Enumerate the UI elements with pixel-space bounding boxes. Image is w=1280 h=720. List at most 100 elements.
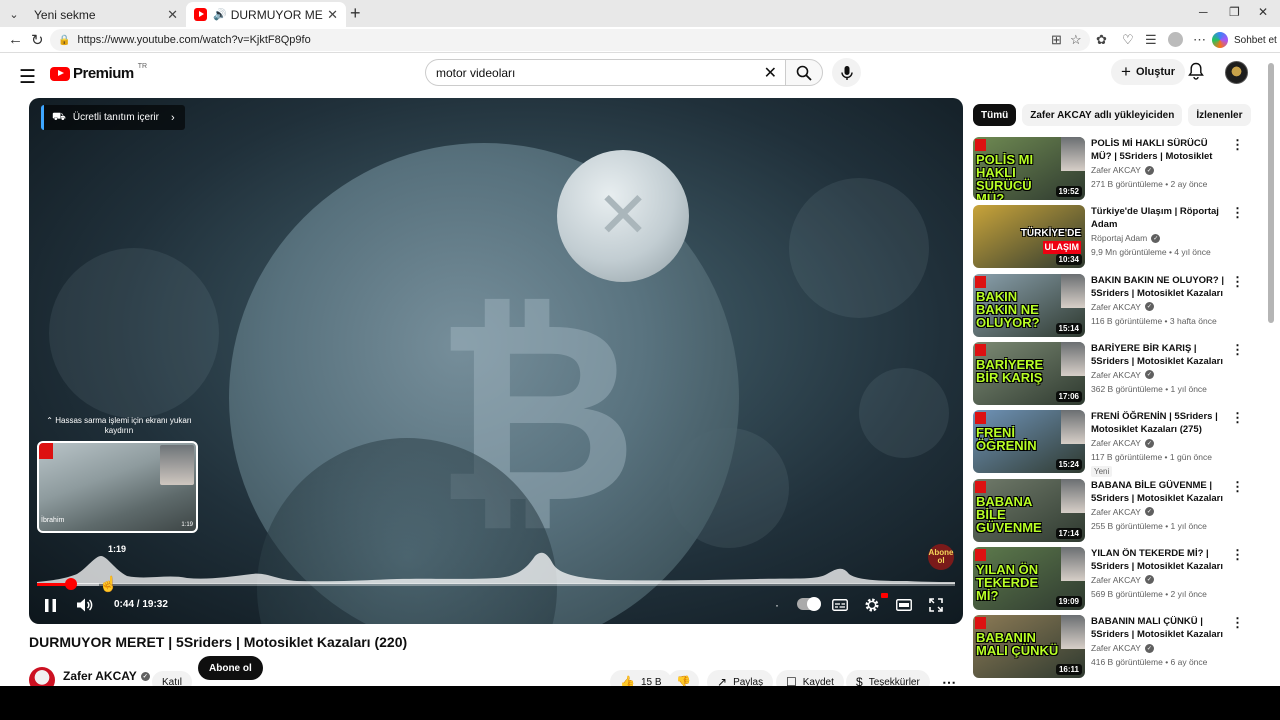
- chip-all[interactable]: Tümü: [973, 104, 1017, 126]
- recommendation-channel[interactable]: Zafer AKCAY ✓: [1091, 165, 1154, 175]
- app-available-icon[interactable]: ⊞: [1051, 32, 1062, 48]
- close-window-icon[interactable]: ✕: [1258, 5, 1268, 19]
- close-tab-icon[interactable]: ✕: [167, 7, 178, 23]
- search-button[interactable]: [785, 59, 823, 86]
- fullscreen-button[interactable]: [927, 595, 945, 615]
- search-input[interactable]: motor videoları ✕: [425, 59, 785, 86]
- mute-button[interactable]: [75, 595, 95, 615]
- more-options-icon[interactable]: ⋮: [1231, 342, 1244, 358]
- recommendation-title[interactable]: Türkiye'de Ulaşım | Röportaj Adam: [1091, 205, 1229, 231]
- pause-button[interactable]: [41, 595, 59, 615]
- scrubber-handle[interactable]: [65, 578, 78, 590]
- more-options-icon[interactable]: ⋮: [1231, 274, 1244, 290]
- recommendation-channel[interactable]: Röportaj Adam ✓: [1091, 233, 1161, 243]
- recommendation-channel[interactable]: Zafer AKCAY ✓: [1091, 438, 1154, 448]
- channel-avatar[interactable]: [29, 667, 55, 686]
- video-thumbnail[interactable]: BABANIN MALI ÇÜNKÜ 16:11: [973, 615, 1085, 679]
- recommendation-card[interactable]: YILAN ÖN TEKERDE Mİ? 19:09 YILAN ÖN TEKE…: [973, 546, 1253, 611]
- thanks-button[interactable]: $ Teşekkürler: [846, 670, 930, 686]
- like-button[interactable]: 👍 15 B: [610, 670, 672, 686]
- more-options-icon[interactable]: ⋮: [1231, 615, 1244, 631]
- close-tab-icon[interactable]: ✕: [327, 7, 338, 23]
- more-options-icon[interactable]: ⋯: [1193, 32, 1206, 48]
- new-tab-icon[interactable]: +: [350, 3, 361, 24]
- video-thumbnail[interactable]: TÜRKİYE'DE ULAŞIM 10:34: [973, 205, 1085, 269]
- copilot-button[interactable]: Sohbet et: [1212, 29, 1277, 51]
- tab-new-tab[interactable]: Yeni sekme ✕: [26, 2, 186, 68]
- url-field[interactable]: 🔒 https://www.youtube.com/watch?v=KjktF8…: [50, 29, 1090, 51]
- profile-avatar[interactable]: [1168, 32, 1183, 47]
- menu-icon[interactable]: ☰: [19, 66, 36, 89]
- refresh-icon[interactable]: ↻: [31, 31, 44, 49]
- recommendation-channel[interactable]: Zafer AKCAY ✓: [1091, 370, 1154, 380]
- video-thumbnail[interactable]: POLİS MI HAKLI SÜRÜCÜ MÜ? 19:52: [973, 137, 1085, 200]
- more-options-icon[interactable]: ⋮: [1231, 547, 1244, 563]
- recommendation-title[interactable]: BABANIN MALI ÇÜNKÜ | 5Sriders | Motosikl…: [1091, 615, 1229, 641]
- speaker-icon[interactable]: 🔊: [213, 8, 227, 21]
- recommendation-card[interactable]: TÜRKİYE'DE ULAŞIM 10:34 Türkiye'de Ulaşı…: [973, 205, 1253, 269]
- site-info-icon[interactable]: 🔒: [58, 35, 70, 46]
- video-thumbnail[interactable]: BARİYERE BİR KARIŞ 17:06: [973, 341, 1085, 405]
- recommendation-card[interactable]: POLİS MI HAKLI SÜRÜCÜ MÜ? 19:52 POLİS Mİ…: [973, 137, 1253, 201]
- channel-name[interactable]: Zafer AKCAY ✓: [63, 669, 150, 683]
- recommendation-channel[interactable]: Zafer AKCAY ✓: [1091, 507, 1154, 517]
- autoplay-toggle[interactable]: [797, 597, 821, 611]
- recommendation-channel[interactable]: Zafer AKCAY ✓: [1091, 302, 1154, 312]
- create-button[interactable]: + Oluştur: [1111, 59, 1186, 85]
- favorite-star-icon[interactable]: ☆: [1070, 32, 1082, 48]
- recommendation-card[interactable]: FRENİ ÖĞRENİN 15:24 FRENİ ÖĞRENİN | 5Sri…: [973, 410, 1253, 478]
- recommendation-title[interactable]: YILAN ÖN TEKERDE Mİ? | 5Sriders | Motosi…: [1091, 547, 1229, 573]
- chip-from-uploader[interactable]: Zafer AKCAY adlı yükleyiciden: [1022, 104, 1183, 126]
- recommendation-card[interactable]: BABANIN MALI ÇÜNKÜ 16:11 BABANIN MALI ÇÜ…: [973, 615, 1253, 679]
- recommendation-title[interactable]: BABANA BİLE GÜVENME | 5Sriders | Motosik…: [1091, 479, 1229, 505]
- video-player[interactable]: ₿ ✕ ⛟ Ücretli tanıtım içerir › ⌃ Hassas …: [29, 98, 963, 624]
- save-button[interactable]: ☐ Kaydet: [776, 670, 844, 686]
- video-thumbnail[interactable]: BABANA BİLE GÜVENME 17:14: [973, 478, 1085, 542]
- recommendation-title[interactable]: BARİYERE BİR KARIŞ | 5Sriders | Motosikl…: [1091, 342, 1229, 368]
- recommendation-channel[interactable]: Zafer AKCAY ✓: [1091, 575, 1154, 585]
- recommendation-channel[interactable]: Zafer AKCAY ✓: [1091, 643, 1154, 653]
- recommendation-title[interactable]: FRENİ ÖĞRENİN | 5Sriders | Motosiklet Ka…: [1091, 410, 1229, 436]
- clear-search-icon[interactable]: ✕: [764, 63, 777, 83]
- voice-search-button[interactable]: [832, 58, 861, 87]
- favorites-icon[interactable]: ☰: [1145, 32, 1157, 48]
- more-options-icon[interactable]: ⋮: [1231, 205, 1244, 221]
- miniplayer-button[interactable]: [895, 595, 913, 615]
- recommendation-title[interactable]: BAKIN BAKIN NE OLUYOR? | 5Sriders | Moto…: [1091, 274, 1229, 300]
- recommendation-card[interactable]: BAKIN BAKIN NE OLUYOR? 15:14 BAKIN BAKIN…: [973, 273, 1253, 338]
- back-icon[interactable]: ←: [8, 31, 23, 48]
- youtube-premium-logo[interactable]: Premium TR: [50, 63, 147, 82]
- more-options-icon[interactable]: ⋮: [1231, 479, 1244, 495]
- dislike-button[interactable]: 👎: [668, 670, 699, 686]
- restore-icon[interactable]: ❐: [1229, 5, 1240, 19]
- subscribe-button[interactable]: Abone ol: [198, 656, 263, 680]
- tab-actions-menu[interactable]: ⌄: [4, 4, 24, 24]
- verified-check-icon: ✓: [1144, 302, 1154, 312]
- verified-check-icon: ✓: [1144, 643, 1154, 653]
- recommendation-card[interactable]: BARİYERE BİR KARIŞ 17:06 BARİYERE BİR KA…: [973, 341, 1253, 406]
- settings-button[interactable]: [863, 595, 881, 615]
- account-avatar[interactable]: [1225, 61, 1248, 84]
- more-options-icon[interactable]: ⋮: [1231, 137, 1244, 153]
- subtitles-button[interactable]: [831, 595, 849, 615]
- video-thumbnail[interactable]: FRENİ ÖĞRENİN 15:24: [973, 410, 1085, 474]
- channel-watermark[interactable]: Abone ol: [928, 544, 954, 570]
- video-thumbnail[interactable]: BAKIN BAKIN NE OLUYOR? 15:14: [973, 273, 1085, 337]
- recommendation-title[interactable]: POLİS Mİ HAKLI SÜRÜCÜ MÜ? | 5Sriders | M…: [1091, 137, 1229, 163]
- verified-check-icon: ✓: [1151, 233, 1161, 243]
- page-scrollbar[interactable]: [1268, 63, 1274, 323]
- seek-bar[interactable]: [37, 578, 955, 590]
- minimize-icon[interactable]: ─: [1199, 5, 1208, 19]
- more-actions-icon[interactable]: ⋯: [938, 670, 960, 687]
- extensions-icon[interactable]: ✿: [1096, 32, 1107, 48]
- more-options-icon[interactable]: ⋮: [1231, 410, 1244, 426]
- video-thumbnail[interactable]: YILAN ÖN TEKERDE Mİ? 19:09: [973, 546, 1085, 610]
- share-button[interactable]: ↗ Paylaş: [707, 670, 774, 686]
- join-button[interactable]: Katıl: [152, 671, 193, 686]
- notifications-button[interactable]: [1188, 62, 1204, 85]
- chip-watched[interactable]: İzlenenler: [1188, 104, 1251, 126]
- paid-promotion-banner[interactable]: ⛟ Ücretli tanıtım içerir ›: [41, 105, 185, 130]
- browser-essentials-icon[interactable]: ♡: [1122, 32, 1134, 48]
- tab-youtube-video[interactable]: 🔊 DURMUYOR MERET | 5Sriders | Motosiklet…: [186, 2, 346, 27]
- recommendation-card[interactable]: BABANA BİLE GÜVENME 17:14 BABANA BİLE GÜ…: [973, 478, 1253, 543]
